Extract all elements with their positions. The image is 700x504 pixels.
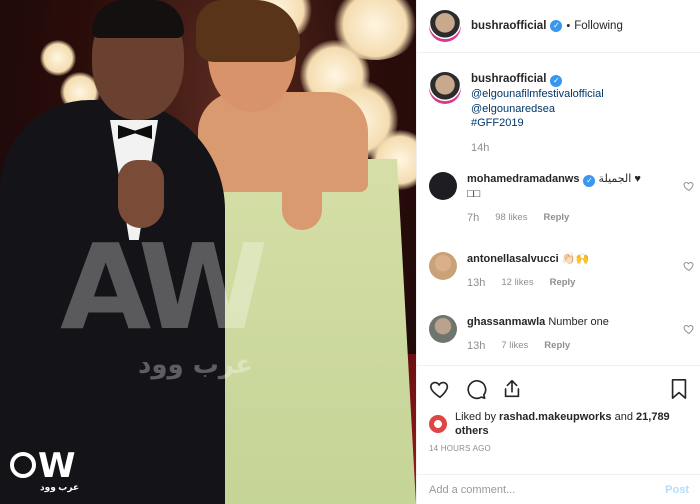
comment-like-heart-icon[interactable] [683,180,695,192]
post-comment-button[interactable]: Post [665,484,689,496]
comment-like-heart-icon[interactable] [683,323,695,335]
logo-circle-icon [10,452,36,478]
comment-username[interactable]: ghassanmawla [467,316,545,328]
add-comment-bar: Post [417,474,700,504]
share-icon[interactable] [501,378,523,400]
comment-age[interactable]: 13h [467,276,485,290]
author-username[interactable]: bushraofficial [471,20,546,32]
bookmark-icon[interactable] [669,378,689,400]
reply-button[interactable]: Reply [550,276,576,290]
comment-item: ghassanmawla Number one 13h 7 likes Repl… [429,315,700,353]
verified-badge-icon: ✓ [550,75,563,87]
author-avatar[interactable] [429,10,461,42]
liked-by-prefix: Liked by [455,411,496,423]
site-logo: W عرب وود [8,446,100,496]
comment-input[interactable] [429,483,666,496]
post-timestamp[interactable]: 14 HOURS AGO [429,444,689,453]
liker-avatar[interactable] [429,415,447,433]
following-button[interactable]: Following [574,20,623,32]
comment-text-line2: □□ [467,188,481,200]
logo-text: W [38,446,75,486]
verified-badge-icon: ✓ [550,20,563,32]
commenter-avatar[interactable] [429,172,457,200]
liked-by-row: Liked by rashad.makeupworks and 21,789 o… [429,410,689,438]
commenter-avatar[interactable] [429,252,457,280]
comment-username[interactable]: antonellasalvucci [467,253,559,265]
mention-link[interactable]: @elgounafilmfestivalofficial [471,87,604,102]
liked-by-and: and [614,411,633,423]
comment-age[interactable]: 7h [467,211,479,225]
comment-item: mohamedramadanws ✓ الجميلة ♥ □□ 7h 98 lik… [429,172,700,225]
reply-button[interactable]: Reply [544,339,570,353]
post-header: bushraofficial ✓ • Following [417,0,700,53]
post-photo[interactable]: AW عرب وود W عرب وود [0,0,416,504]
commenter-avatar[interactable] [429,315,457,343]
mention-link[interactable]: @elgounaredsea [471,102,604,117]
post-details-panel: bushraofficial ✓ • Following bushraoffic… [416,0,700,504]
watermark-text: AW [60,218,268,356]
instagram-post: AW عرب وود W عرب وود bushraofficial ✓ • … [0,0,700,504]
comment-age[interactable]: 13h [467,339,485,353]
comment-item: antonellasalvucci 👏🏻🙌 13h 12 likes Reply [429,252,700,290]
comment-text: الجميلة ♥ [598,173,641,185]
verified-badge-icon: ✓ [583,175,596,187]
comment-likes[interactable]: 98 likes [495,211,527,225]
watermark-arabic: عرب وود [138,350,253,380]
heart-icon[interactable] [429,378,451,400]
caption-age[interactable]: 14h [471,141,604,156]
comment-icon[interactable] [465,378,487,400]
comment-like-heart-icon[interactable] [683,260,695,272]
post-caption: bushraofficial ✓ @elgounafilmfestivaloffi… [429,72,691,155]
logo-subtext: عرب وود [40,482,80,492]
separator-dot: • [566,20,571,32]
comment-text: 👏🏻🙌 [561,253,590,265]
comment-text: Number one [548,316,609,328]
liked-by-user[interactable]: rashad.makeupworks [499,411,612,423]
reply-button[interactable]: Reply [543,211,569,225]
comment-username[interactable]: mohamedramadanws [467,173,579,185]
comment-likes[interactable]: 12 likes [501,276,533,290]
post-actions: Liked by rashad.makeupworks and 21,789 o… [417,365,700,453]
bokeh-light [40,40,76,76]
man-hair [92,0,184,38]
caption-author-avatar[interactable] [429,72,461,104]
caption-username[interactable]: bushraofficial [471,73,546,85]
hashtag-link[interactable]: #GFF2019 [471,116,604,131]
woman-hand [282,160,322,230]
comment-likes[interactable]: 7 likes [501,339,528,353]
